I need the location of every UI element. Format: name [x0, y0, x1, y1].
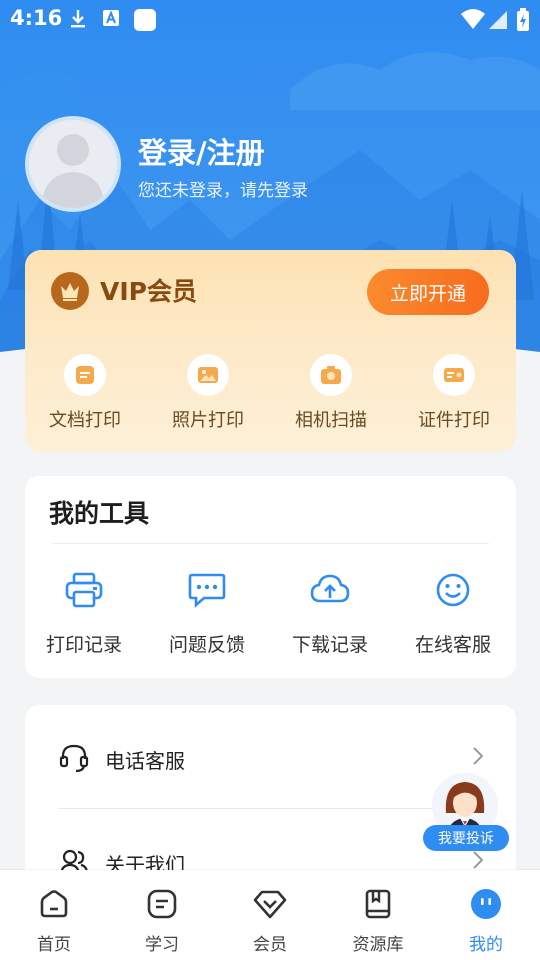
vip-feature-camera-scan[interactable]: 相机扫描: [276, 354, 386, 432]
signal-icon: [489, 11, 507, 29]
tool-print-history[interactable]: 打印记录: [29, 570, 139, 657]
tool-feedback[interactable]: 问题反馈: [152, 570, 262, 657]
tab-home[interactable]: 首页: [0, 886, 108, 955]
status-time: 4:16: [10, 6, 63, 30]
battery-icon: [517, 8, 529, 31]
cloud-upload-icon: [275, 570, 385, 610]
vip-card: VIP会员 立即开通 文档打印 照片打印 相机扫描 证件打印: [25, 250, 516, 452]
tab-label: 学习: [145, 935, 179, 955]
tool-label: 在线客服: [414, 634, 491, 656]
id-card-print-icon: [433, 354, 475, 396]
login-register-title[interactable]: 登录/注册: [138, 130, 265, 172]
tab-membership[interactable]: 会员: [216, 886, 324, 955]
tab-label: 首页: [37, 935, 71, 955]
photo-print-icon: [187, 354, 229, 396]
vip-feature-label: 证件打印: [418, 410, 490, 431]
tab-label: 我的: [469, 935, 503, 955]
avatar[interactable]: [25, 116, 121, 212]
divider: [52, 543, 489, 544]
tool-label: 问题反馈: [168, 634, 245, 656]
my-tools-title: 我的工具: [49, 499, 150, 528]
camera-scan-icon: [310, 354, 352, 396]
diamond-icon: [216, 886, 324, 922]
tool-online-service[interactable]: 在线客服: [398, 570, 508, 657]
crown-icon: [51, 272, 89, 310]
download-icon: [71, 10, 85, 28]
complaint-label: 我要投诉: [423, 825, 509, 851]
vip-feature-photo-print[interactable]: 照片打印: [153, 354, 263, 432]
wifi-icon: [461, 9, 485, 29]
default-avatar-icon: [29, 120, 117, 208]
bottom-tab-bar: 首页 学习 会员 资源库 我的: [0, 870, 540, 960]
home-icon: [0, 886, 108, 922]
tab-mine[interactable]: 我的: [432, 886, 540, 955]
vip-feature-label: 相机扫描: [295, 410, 367, 431]
chevron-right-icon: [473, 747, 484, 765]
my-tools-card: 我的工具 打印记录 问题反馈 下载记录 在线客服: [25, 476, 516, 678]
vip-feature-label: 文档打印: [49, 410, 121, 431]
tool-label: 下载记录: [291, 634, 368, 656]
complaint-float-button[interactable]: 我要投诉: [421, 773, 509, 851]
tab-resources[interactable]: 资源库: [324, 886, 432, 955]
login-hint: 您还未登录，请先登录: [138, 181, 308, 201]
app-store-icon: [103, 10, 119, 26]
smiley-icon: [398, 570, 508, 610]
tab-label: 资源库: [352, 935, 404, 955]
profile-icon: [432, 886, 540, 922]
vip-feature-document-print[interactable]: 文档打印: [30, 354, 140, 432]
chat-feedback-icon: [152, 570, 262, 610]
tab-label: 会员: [253, 935, 287, 955]
activate-vip-button[interactable]: 立即开通: [367, 269, 489, 315]
printer-icon: [29, 570, 139, 610]
book-icon: [324, 886, 432, 922]
chevron-right-icon: [473, 851, 484, 869]
vip-title: VIP会员: [100, 277, 197, 306]
tool-label: 打印记录: [45, 634, 122, 656]
vip-feature-label: 照片打印: [172, 410, 244, 431]
headset-icon: [59, 744, 89, 773]
vip-feature-id-card-print[interactable]: 证件打印: [399, 354, 509, 432]
document-print-icon: [64, 354, 106, 396]
tool-download-history[interactable]: 下载记录: [275, 570, 385, 657]
app-square-icon: [134, 9, 156, 31]
status-bar: 4:16: [0, 0, 540, 36]
study-icon: [108, 886, 216, 922]
tab-study[interactable]: 学习: [108, 886, 216, 955]
list-item-label: 电话客服: [105, 749, 185, 773]
